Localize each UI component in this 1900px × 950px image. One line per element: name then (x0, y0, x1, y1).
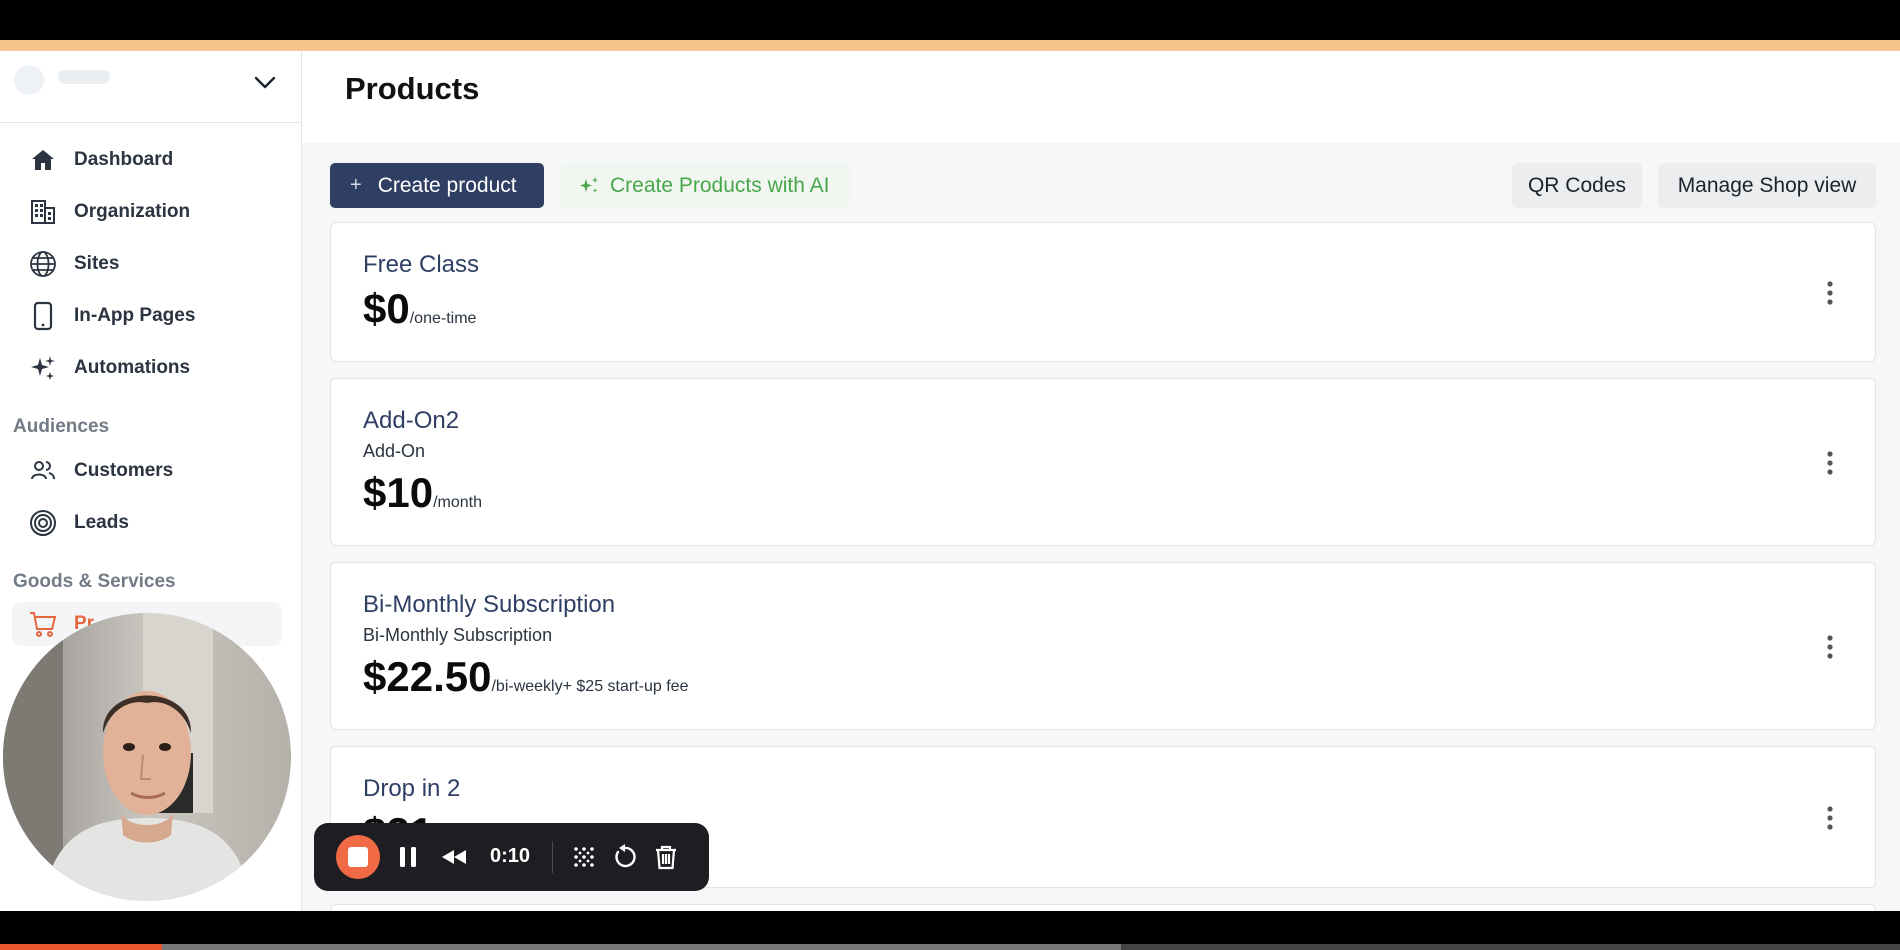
section-label-goods-services: Goods & Services (13, 571, 176, 592)
product-name[interactable]: Add-On2 (363, 407, 459, 435)
sidebar-item-label: Organization (74, 201, 191, 222)
home-icon (28, 145, 58, 175)
product-price: $22.50 (363, 653, 492, 700)
pause-icon[interactable] (394, 843, 422, 871)
building-icon (28, 197, 58, 227)
product-name[interactable]: Bi-Monthly Subscription (363, 591, 615, 619)
org-switcher[interactable] (0, 51, 302, 123)
product-price: $0 (363, 285, 410, 332)
product-name[interactable]: Drop in 2 (363, 775, 460, 803)
kebab-menu-icon[interactable] (1825, 450, 1835, 476)
sidebar-item-customers[interactable]: Customers (12, 449, 282, 493)
create-product-label: Create product (377, 173, 517, 197)
product-price: $10 (363, 469, 434, 516)
sidebar-item-label: Customers (74, 460, 174, 481)
target-icon (28, 508, 58, 538)
recording-timer: 0:10 (490, 845, 531, 867)
kebab-menu-icon[interactable] (1825, 280, 1835, 306)
create-product-button[interactable]: + Create product (330, 163, 544, 208)
sidebar-item-leads[interactable]: Leads (12, 501, 282, 545)
sidebar-item-label: Leads (74, 512, 129, 533)
sparkles-icon (580, 176, 598, 193)
stop-icon (348, 847, 368, 867)
create-products-ai-button[interactable]: Create Products with AI (560, 163, 850, 208)
price-row: $0/one-time (363, 285, 476, 333)
product-name[interactable]: Free Class (363, 251, 479, 279)
chevron-down-icon[interactable] (252, 69, 278, 95)
toolbar-divider (552, 841, 553, 873)
sidebar-item-dashboard[interactable]: Dashboard (12, 138, 282, 182)
qr-codes-button[interactable]: QR Codes (1512, 163, 1642, 208)
page-title: Products (345, 71, 480, 106)
restart-icon[interactable] (611, 843, 639, 871)
page-header: Products (302, 51, 1900, 143)
top-black-bar (0, 0, 1900, 40)
section-label-audiences: Audiences (13, 416, 110, 437)
stop-recording-button[interactable] (336, 835, 380, 879)
product-card-free-class[interactable]: Free Class $0/one-time (330, 222, 1876, 362)
plus-icon: + (350, 174, 362, 196)
price-row: $22.50/bi-weekly+ $25 start-up fee (363, 653, 688, 701)
webcam-bubble[interactable] (3, 613, 291, 901)
kebab-menu-icon[interactable] (1825, 805, 1835, 831)
product-card-partial[interactable] (330, 904, 1876, 911)
video-progress-bar[interactable] (0, 944, 1900, 950)
manage-shop-view-button[interactable]: Manage Shop view (1658, 163, 1876, 208)
cart-icon (28, 609, 58, 639)
sidebar-item-label: Sites (74, 253, 120, 274)
product-subtitle: Add-On (363, 441, 426, 461)
org-logo (14, 65, 44, 95)
product-card-add-on2[interactable]: Add-On2 Add-On $10/month (330, 378, 1876, 546)
grid-dots-icon[interactable] (570, 843, 598, 871)
org-name-blurred (58, 70, 110, 84)
sidebar-item-sites[interactable]: Sites (12, 242, 282, 286)
product-period: /month (433, 494, 482, 511)
product-card-bi-monthly-subscription[interactable]: Bi-Monthly Subscription Bi-Monthly Subsc… (330, 562, 1876, 730)
presenter-video (3, 613, 291, 901)
product-subtitle: Bi-Monthly Subscription (363, 625, 553, 645)
kebab-menu-icon[interactable] (1825, 634, 1835, 660)
recording-toolbar: 0:10 (314, 823, 709, 891)
create-ai-label: Create Products with AI (610, 173, 830, 197)
sidebar-item-in-app-pages[interactable]: In-App Pages (12, 294, 282, 338)
product-period: /bi-weekly+ $25 start-up fee (491, 678, 689, 695)
trash-icon[interactable] (652, 843, 680, 871)
rewind-icon[interactable] (440, 843, 468, 871)
sidebar-item-label: In-App Pages (74, 305, 196, 326)
sidebar-item-organization[interactable]: Organization (12, 190, 282, 234)
product-period: /one-time (409, 310, 477, 327)
progress-loaded (0, 944, 1121, 950)
sidebar-item-label: Dashboard (74, 149, 174, 170)
globe-icon (28, 249, 58, 279)
accent-strip (0, 40, 1900, 51)
products-content: + Create product Create Products with AI… (302, 143, 1900, 911)
progress-played (0, 944, 162, 950)
price-row: $10/month (363, 469, 482, 517)
sidebar-item-label: Automations (74, 357, 191, 378)
sparkles-icon (28, 353, 58, 383)
sidebar-item-automations[interactable]: Automations (12, 346, 282, 390)
users-icon (28, 456, 58, 486)
phone-icon (28, 301, 58, 331)
